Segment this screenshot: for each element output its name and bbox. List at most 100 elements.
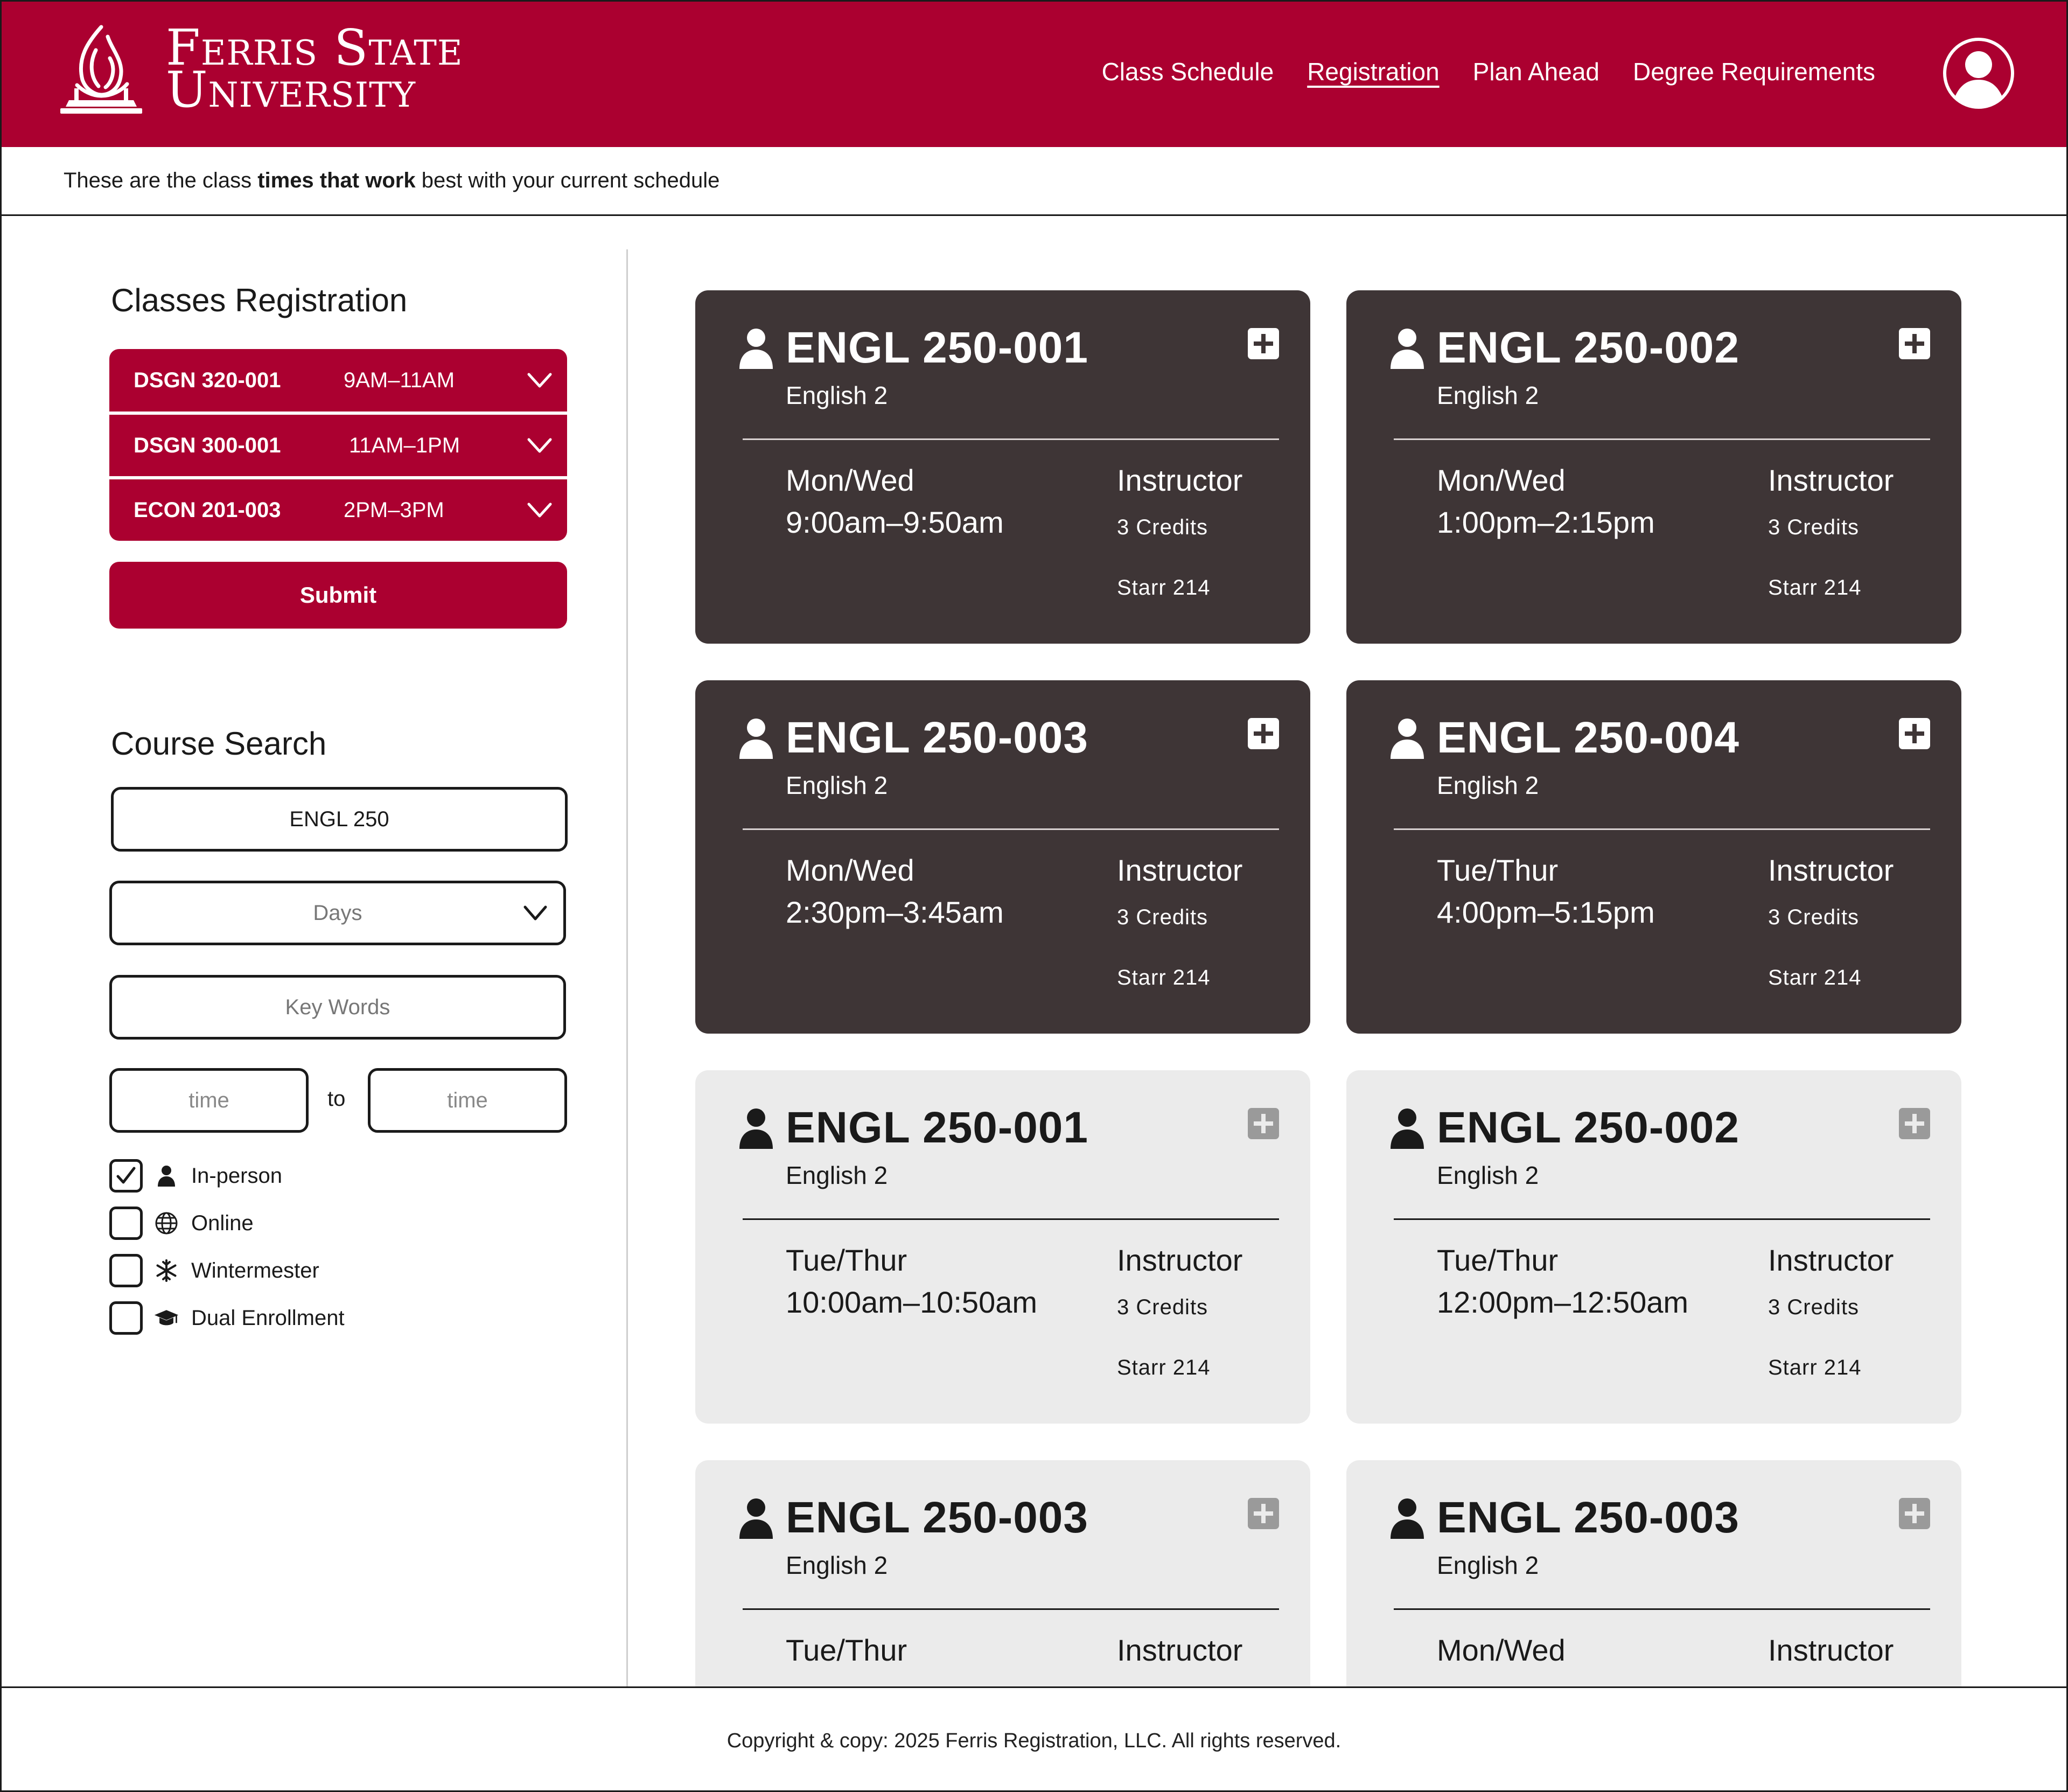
registered-class-row[interactable]: ECON 201-003 2PM–3PM — [109, 476, 567, 541]
course-instructor: Instructor — [1768, 853, 1894, 887]
person-icon — [739, 329, 773, 369]
chevron-down-icon[interactable] — [527, 502, 552, 518]
course-time: 12:00pm–12:50am — [1437, 1285, 1689, 1319]
course-room: Starr 214 — [1117, 966, 1211, 989]
chevron-down-icon[interactable] — [527, 437, 552, 454]
course-instructor: Instructor — [1768, 463, 1894, 497]
time-from-input[interactable]: time — [109, 1068, 309, 1133]
course-credits: 3 Credits — [1117, 1295, 1208, 1319]
course-name: English 2 — [786, 381, 888, 409]
registered-class-row[interactable]: DSGN 300-001 11AM–1PM — [109, 412, 567, 476]
schedule-info-banner: These are the class times that work best… — [2, 147, 2066, 216]
course-time: 1:00pm–2:15pm — [1437, 505, 1655, 539]
filter-wintermester: Wintermester — [109, 1253, 319, 1288]
in-person-checkbox[interactable] — [109, 1159, 143, 1193]
course-time: 9:00am–9:50am — [786, 505, 1004, 539]
filter-label: Online — [191, 1211, 254, 1235]
course-code: ENGL 250-002 — [1437, 1103, 1740, 1152]
add-course-icon[interactable] — [1248, 328, 1279, 359]
nav-registration[interactable]: Registration — [1307, 55, 1439, 88]
course-days: Mon/Wed — [1437, 463, 1566, 497]
person-icon — [153, 1163, 179, 1189]
card-divider — [743, 1218, 1279, 1220]
user-account-icon[interactable] — [1942, 37, 2015, 110]
time-range-separator: to — [327, 1087, 346, 1111]
course-code: ENGL 250-003 — [786, 713, 1089, 762]
card-divider — [1394, 438, 1930, 440]
course-name: English 2 — [786, 771, 888, 799]
add-course-icon[interactable] — [1248, 1498, 1279, 1529]
footer: Copyright & copy: 2025 Ferris Registrati… — [2, 1686, 2066, 1790]
course-room: Starr 214 — [1117, 576, 1211, 599]
course-room: Starr 214 — [1768, 966, 1862, 989]
add-course-icon[interactable] — [1899, 1108, 1930, 1139]
add-course-icon[interactable] — [1899, 1498, 1930, 1529]
course-instructor: Instructor — [1768, 1633, 1894, 1667]
course-room: Starr 214 — [1117, 1356, 1211, 1379]
class-code: DSGN 320-001 — [134, 368, 281, 392]
days-select[interactable]: Days — [109, 881, 566, 945]
chevron-down-icon[interactable] — [527, 372, 552, 388]
card-divider — [1394, 1218, 1930, 1220]
course-card[interactable]: ENGL 250-002 English 2 Mon/Wed 1:00pm–2:15p… — [1346, 290, 1961, 644]
course-instructor: Instructor — [1117, 1243, 1243, 1277]
chevron-down-icon — [523, 905, 547, 921]
nav-class-schedule[interactable]: Class Schedule — [1102, 55, 1274, 88]
filter-in-person: In-person — [109, 1159, 282, 1193]
course-card[interactable]: ENGL 250-002 English 2 Tue/Thur 12:00pm–12:… — [1346, 1070, 1961, 1424]
add-course-icon[interactable] — [1248, 718, 1279, 749]
days-placeholder: Days — [313, 901, 362, 925]
class-time: 11AM–1PM — [349, 433, 460, 457]
add-course-icon[interactable] — [1899, 718, 1930, 749]
time-to-input[interactable]: time — [368, 1068, 567, 1133]
course-name: English 2 — [786, 1161, 888, 1189]
class-code: DSGN 300-001 — [134, 433, 281, 457]
card-divider — [743, 438, 1279, 440]
graduation-cap-icon — [153, 1305, 179, 1331]
nav-degree-requirements[interactable]: Degree Requirements — [1633, 55, 1875, 88]
course-name: English 2 — [1437, 381, 1539, 409]
nav-plan-ahead[interactable]: Plan Ahead — [1473, 55, 1599, 88]
online-checkbox[interactable] — [109, 1207, 143, 1240]
course-search-input[interactable]: ENGL 250 — [111, 787, 568, 852]
class-time: 9AM–11AM — [344, 368, 455, 392]
torch-icon — [60, 25, 142, 114]
course-name: English 2 — [1437, 1161, 1539, 1189]
person-icon — [1391, 329, 1424, 369]
card-divider — [1394, 1608, 1930, 1610]
course-code: ENGL 250-001 — [786, 1103, 1089, 1152]
course-days: Tue/Thur — [1437, 853, 1559, 887]
course-card[interactable]: ENGL 250-004 English 2 Tue/Thur 4:00pm–5:15… — [1346, 680, 1961, 1034]
keywords-input[interactable]: Key Words — [109, 975, 566, 1040]
course-instructor: Instructor — [1117, 853, 1243, 887]
filter-online: Online — [109, 1206, 254, 1240]
add-course-icon[interactable] — [1899, 328, 1930, 359]
brand-wordmark: Ferris State University — [166, 23, 463, 115]
card-divider — [743, 828, 1279, 830]
info-emphasis: times that work — [257, 169, 416, 192]
course-card[interactable]: ENGL 250-001 English 2 Mon/Wed 9:00am–9:50a… — [695, 290, 1310, 644]
wintermester-checkbox[interactable] — [109, 1254, 143, 1287]
class-time: 2PM–3PM — [344, 498, 444, 522]
submit-button[interactable]: Submit — [109, 562, 567, 629]
add-course-icon[interactable] — [1248, 1108, 1279, 1139]
brand-logo[interactable]: Ferris State University — [58, 18, 463, 120]
course-card[interactable]: ENGL 250-001 English 2 Tue/Thur 10:00am–10:… — [695, 1070, 1310, 1424]
class-code: ECON 201-003 — [134, 498, 281, 522]
registered-class-row[interactable]: DSGN 320-001 9AM–11AM — [109, 349, 567, 412]
course-card[interactable]: ENGL 250-003 English 2 Mon/Wed 2:30pm–3:45a… — [695, 680, 1310, 1034]
globe-icon — [153, 1210, 179, 1236]
checkmark-icon — [116, 1167, 136, 1184]
course-instructor: Instructor — [1768, 1243, 1894, 1277]
course-days: Tue/Thur — [786, 1243, 907, 1277]
info-suffix: best with your current schedule — [415, 169, 720, 192]
course-name: English 2 — [1437, 1551, 1539, 1579]
course-credits: 3 Credits — [1117, 515, 1208, 539]
dual-enrollment-checkbox[interactable] — [109, 1301, 143, 1335]
person-icon — [739, 719, 773, 759]
course-room: Starr 214 — [1768, 1356, 1862, 1379]
course-time: 10:00am–10:50am — [786, 1285, 1038, 1319]
course-credits: 3 Credits — [1768, 905, 1860, 929]
course-days: Mon/Wed — [786, 463, 914, 497]
registration-title: Classes Registration — [111, 282, 408, 318]
